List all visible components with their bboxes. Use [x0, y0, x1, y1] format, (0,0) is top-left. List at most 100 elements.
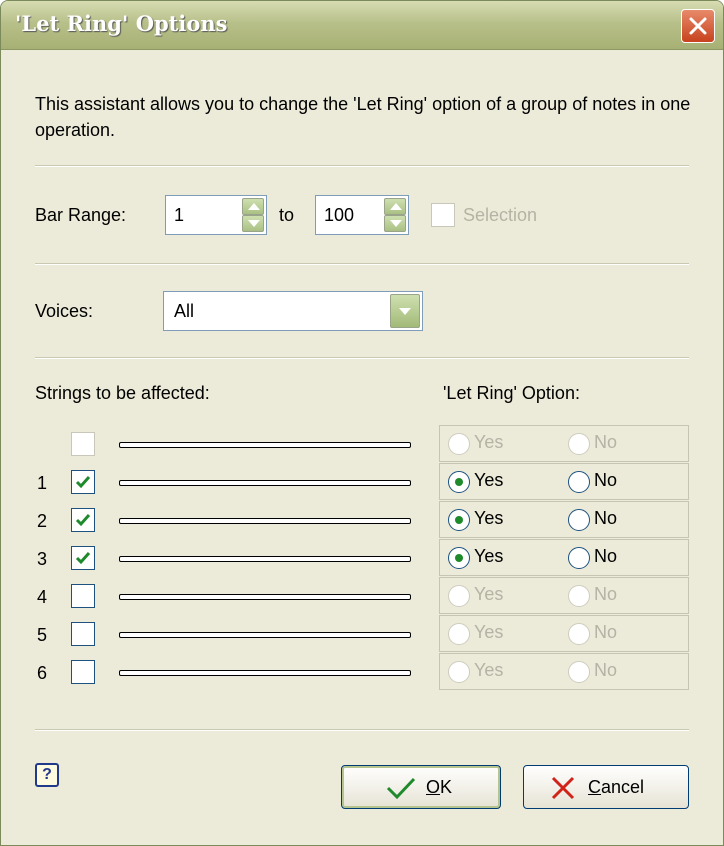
yes-radio[interactable]	[448, 585, 470, 607]
bar-range-to-stepper[interactable]: 100	[315, 195, 409, 235]
chevron-up-icon	[390, 203, 402, 210]
voices-selected-value: All	[174, 301, 195, 321]
let-ring-option-group: Yes No	[439, 653, 689, 690]
let-ring-option-group: Yes No	[439, 615, 689, 652]
no-radio[interactable]	[568, 509, 590, 531]
cancel-mnemonic: C	[588, 777, 601, 797]
from-spin-up-button[interactable]	[242, 198, 264, 215]
string-line	[119, 518, 411, 524]
voices-dropdown[interactable]: All	[163, 291, 423, 331]
ok-button[interactable]: OK	[341, 765, 501, 809]
chevron-up-icon	[248, 203, 260, 210]
let-ring-option-header: 'Let Ring' Option:	[443, 383, 580, 403]
to-spin-up-button[interactable]	[384, 198, 406, 215]
yes-label: Yes	[474, 622, 504, 642]
no-radio[interactable]	[568, 661, 590, 683]
string-number: 5	[37, 625, 48, 645]
bar-range-from-value: 1	[174, 205, 185, 225]
bar-range-to-value: 100	[324, 205, 355, 225]
yes-radio[interactable]	[448, 509, 470, 531]
no-radio[interactable]	[568, 547, 590, 569]
separator	[35, 263, 689, 265]
no-label: No	[594, 508, 618, 528]
yes-label: Yes	[474, 546, 504, 566]
yes-label: Yes	[474, 508, 504, 528]
string-checkbox[interactable]	[71, 470, 95, 494]
dropdown-arrow-button[interactable]	[390, 294, 420, 328]
dialog-window: 'Let Ring' Options This assistant allows…	[0, 0, 724, 846]
yes-radio[interactable]	[448, 433, 470, 455]
let-ring-option-group: Yes No	[439, 463, 689, 500]
selection-checkbox[interactable]	[431, 203, 455, 227]
string-checkbox[interactable]	[71, 432, 95, 456]
string-number: 1	[37, 473, 48, 493]
let-ring-option-group: Yes No	[439, 577, 689, 614]
yes-radio[interactable]	[448, 623, 470, 645]
chevron-down-icon	[248, 220, 260, 227]
yes-label: Yes	[474, 584, 504, 604]
yes-radio[interactable]	[448, 547, 470, 569]
title-bar[interactable]: 'Let Ring' Options	[1, 1, 723, 50]
cancel-button[interactable]: Cancel	[523, 765, 689, 809]
strings-header: Strings to be affected:	[35, 383, 210, 403]
yes-label: Yes	[474, 660, 504, 680]
close-icon	[689, 17, 707, 35]
to-label: to	[279, 205, 295, 225]
let-ring-option-group: Yes No	[439, 539, 689, 576]
string-number: 6	[37, 663, 48, 683]
string-checkbox[interactable]	[71, 660, 95, 684]
string-number: 2	[37, 511, 48, 531]
string-checkbox[interactable]	[71, 584, 95, 608]
checkmark-icon	[386, 777, 416, 800]
bar-range-label: Bar Range:	[35, 205, 127, 225]
string-checkbox[interactable]	[71, 622, 95, 646]
let-ring-option-group: Yes No	[439, 425, 689, 462]
separator	[35, 357, 689, 359]
cancel-x-icon	[551, 776, 575, 800]
checkmark-icon	[75, 552, 91, 565]
no-label: No	[594, 660, 618, 680]
selection-label: Selection	[463, 205, 538, 225]
voices-label: Voices:	[35, 301, 94, 321]
checkmark-icon	[75, 514, 91, 527]
no-radio[interactable]	[568, 433, 590, 455]
checkmark-icon	[75, 476, 91, 489]
close-button[interactable]	[681, 9, 715, 43]
bar-range-from-stepper[interactable]: 1	[165, 195, 267, 235]
string-number: 3	[37, 549, 48, 569]
no-radio[interactable]	[568, 585, 590, 607]
chevron-down-icon	[390, 220, 402, 227]
string-checkbox[interactable]	[71, 508, 95, 532]
string-line	[119, 556, 411, 562]
separator	[35, 729, 689, 731]
yes-radio[interactable]	[448, 471, 470, 493]
help-icon[interactable]: ?	[35, 763, 59, 787]
no-label: No	[594, 622, 618, 642]
to-spin-down-button[interactable]	[384, 215, 406, 232]
string-line	[119, 442, 411, 448]
no-radio[interactable]	[568, 471, 590, 493]
ok-label-rest: K	[440, 777, 453, 797]
ok-mnemonic: O	[426, 777, 441, 797]
string-line	[119, 632, 411, 638]
from-spin-down-button[interactable]	[242, 215, 264, 232]
string-line	[119, 480, 411, 486]
no-label: No	[594, 432, 618, 452]
radio-dot	[455, 554, 463, 562]
cancel-label-rest: ancel	[601, 777, 645, 797]
no-label: No	[594, 584, 618, 604]
yes-label: Yes	[474, 432, 504, 452]
separator	[35, 165, 689, 167]
string-checkbox[interactable]	[71, 546, 95, 570]
radio-dot	[455, 478, 463, 486]
yes-radio[interactable]	[448, 661, 470, 683]
chevron-down-icon	[399, 308, 411, 315]
yes-label: Yes	[474, 470, 504, 490]
no-radio[interactable]	[568, 623, 590, 645]
string-line	[119, 594, 411, 600]
dialog-title: 'Let Ring' Options	[15, 11, 228, 36]
radio-dot	[455, 516, 463, 524]
string-number: 4	[37, 587, 48, 607]
string-line	[119, 670, 411, 676]
no-label: No	[594, 470, 618, 490]
